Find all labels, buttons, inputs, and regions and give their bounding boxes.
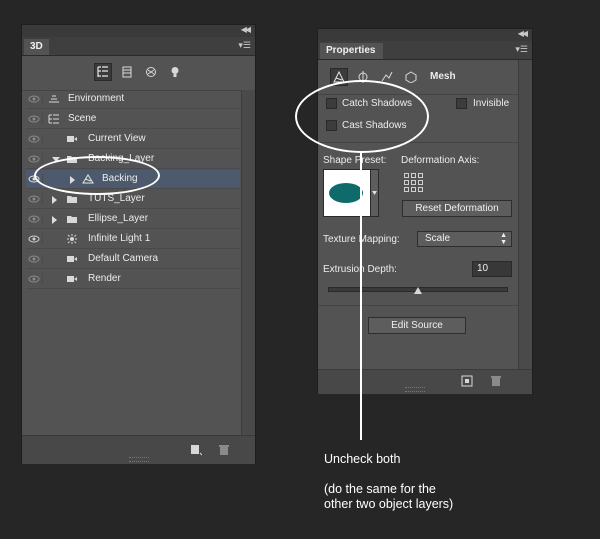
eye-icon[interactable] — [28, 114, 43, 124]
reset-deformation-button[interactable]: Reset Deformation — [402, 200, 512, 217]
layer-row[interactable]: TUTS_Layer — [26, 190, 240, 209]
layer-row[interactable]: Infinite Light 1 — [26, 230, 240, 249]
annotation-line-2: (do the same for the — [324, 482, 436, 496]
trash-icon[interactable] — [490, 375, 502, 390]
tab-3d[interactable]: 3D — [24, 39, 49, 55]
layer-label: Render — [88, 273, 121, 284]
stepper-icon: ▲ ▼ — [500, 232, 507, 246]
invisible-checkbox[interactable] — [456, 98, 467, 109]
texture-mapping-select[interactable]: Scale ▲ ▼ — [417, 231, 512, 247]
folder-icon — [66, 214, 78, 224]
resize-grip[interactable] — [128, 457, 149, 462]
layer-label: Infinite Light 1 — [88, 233, 151, 244]
layer-label: Default Camera — [88, 253, 159, 264]
light-icon — [66, 234, 78, 244]
tab-properties[interactable]: Properties — [320, 43, 384, 59]
layer-row[interactable]: Environment — [26, 90, 240, 109]
properties-scrollbar[interactable] — [518, 60, 532, 369]
3d-panel: ◀◀ 3D ▾☰ Environment Scene Current View — [21, 24, 256, 464]
render-icon[interactable] — [461, 375, 473, 390]
eye-icon[interactable] — [28, 254, 43, 264]
layers-scrollbar[interactable] — [241, 90, 255, 435]
expand-toggle-icon[interactable] — [52, 216, 57, 224]
eye-icon[interactable] — [28, 234, 43, 244]
meshes-filter-icon[interactable] — [118, 63, 136, 81]
new-light-icon[interactable] — [190, 444, 203, 459]
layer-row[interactable]: Default Camera — [26, 250, 240, 269]
eye-icon[interactable] — [28, 94, 43, 104]
filter-toolbar — [22, 56, 255, 91]
highlight-ellipse-shadows — [295, 80, 429, 153]
divider — [318, 305, 520, 306]
texture-mapping-value: Scale — [425, 233, 451, 244]
annotation-line-1: Uncheck both — [324, 452, 401, 466]
shape-preset-thumbnail — [329, 183, 363, 203]
lights-filter-icon[interactable] — [166, 63, 184, 81]
expand-toggle-icon[interactable] — [52, 196, 57, 204]
camera-icon — [66, 254, 78, 264]
chevron-down-icon — [372, 191, 377, 195]
layer-label: Ellipse_Layer — [88, 213, 149, 224]
panel-tab-row: Properties ▾☰ — [318, 41, 532, 60]
layer-row[interactable]: Render — [26, 270, 240, 289]
folder-icon — [66, 194, 78, 204]
coordinates-mode-icon[interactable] — [402, 68, 420, 86]
eye-icon[interactable] — [28, 194, 43, 204]
environment-icon — [48, 94, 60, 104]
annotation-line-3: other two object layers) — [324, 497, 454, 511]
layer-label: Scene — [68, 113, 97, 124]
shape-preset-dropdown[interactable] — [370, 169, 379, 217]
render-icon — [66, 274, 78, 284]
collapse-icon[interactable]: ◀◀ — [518, 29, 528, 38]
deformation-axis-label: Deformation Axis: — [401, 155, 480, 166]
panel-footer — [318, 369, 532, 394]
shape-preset-label: Shape Preset: — [323, 155, 387, 166]
layer-row[interactable]: Ellipse_Layer — [26, 210, 240, 229]
layer-row[interactable]: Current View — [26, 130, 240, 149]
pointer-line — [360, 152, 362, 440]
trash-icon[interactable] — [218, 444, 230, 459]
layer-row[interactable]: Scene — [26, 110, 240, 129]
materials-filter-icon[interactable] — [142, 63, 160, 81]
highlight-ellipse-backing — [34, 156, 160, 195]
eye-icon[interactable] — [28, 274, 43, 284]
resize-grip[interactable] — [405, 387, 425, 392]
scene-icon — [48, 114, 60, 124]
panel-footer — [22, 435, 255, 464]
whole-scene-filter-icon[interactable] — [94, 63, 112, 81]
layer-label: Current View — [88, 133, 146, 144]
shape-preset-picker[interactable] — [323, 169, 376, 217]
camera-icon — [66, 134, 78, 144]
panel-title-bar: ◀◀ — [22, 25, 255, 37]
edit-source-button[interactable]: Edit Source — [368, 317, 466, 334]
deformation-axis-grid[interactable] — [404, 173, 424, 196]
extrusion-depth-slider-thumb[interactable] — [414, 287, 422, 294]
eye-icon[interactable] — [28, 154, 43, 164]
panel-menu-icon[interactable]: ▾☰ — [238, 40, 251, 51]
invisible-label: Invisible — [473, 98, 510, 109]
panel-title-bar: ◀◀ — [318, 29, 532, 41]
eye-icon[interactable] — [28, 134, 43, 144]
eye-icon[interactable] — [28, 214, 43, 224]
panel-tab-row: 3D ▾☰ — [22, 37, 255, 56]
mode-label: Mesh — [430, 71, 456, 82]
annotation-text: Uncheck both (do the same for the other … — [324, 452, 453, 512]
extrusion-depth-field[interactable]: 10 — [472, 261, 512, 277]
panel-menu-icon[interactable]: ▾☰ — [515, 44, 528, 55]
layer-label: Environment — [68, 93, 125, 104]
collapse-icon[interactable]: ◀◀ — [241, 25, 251, 34]
